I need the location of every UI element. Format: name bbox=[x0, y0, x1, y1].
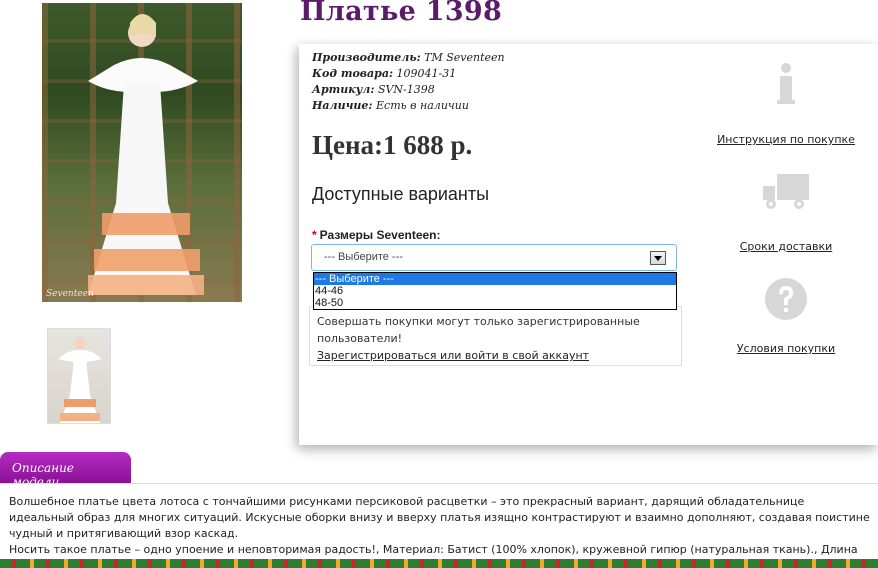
image-watermark: Seventeen bbox=[46, 289, 94, 299]
size-select[interactable]: --- Выберите --- bbox=[311, 244, 677, 271]
size-label: * Размеры Seventeen: bbox=[312, 228, 441, 242]
required-mark: * bbox=[312, 228, 317, 242]
sidebar-link-terms[interactable]: Условия покупки bbox=[716, 277, 856, 355]
sidebar-link-instructions[interactable]: Инструкция по покупке bbox=[716, 62, 856, 146]
size-option[interactable]: --- Выберите --- bbox=[314, 273, 676, 285]
spec-availability: Наличие: Есть в наличии bbox=[312, 99, 469, 112]
product-info-panel: Производитель: TM Seventeen Код товара: … bbox=[299, 44, 878, 445]
notice-text: Совершать покупки могут только зарегистр… bbox=[317, 315, 640, 345]
spec-article: Артикул: SVN-1398 bbox=[312, 83, 435, 96]
dress-figure bbox=[88, 14, 204, 295]
chevron-down-icon[interactable] bbox=[650, 251, 666, 265]
product-specs: Производитель: TM Seventeen Код товара: … bbox=[312, 50, 505, 114]
size-dropdown-list[interactable]: --- Выберите --- 44-46 48-50 bbox=[313, 272, 677, 310]
product-title: Платье 1398 bbox=[300, 0, 503, 27]
sidebar-link-label[interactable]: Условия покупки bbox=[737, 342, 835, 355]
size-option[interactable]: 44-46 bbox=[314, 285, 676, 297]
sidebar-link-label[interactable]: Инструкция по покупке bbox=[717, 133, 855, 146]
sidebar-link-label[interactable]: Сроки доставки bbox=[740, 240, 833, 253]
sidebar-link-delivery[interactable]: Сроки доставки bbox=[716, 172, 856, 253]
description-paragraph: Волшебное платье цвета лотоса с тончайши… bbox=[9, 495, 870, 540]
product-price: Цена:1 688 р. bbox=[312, 130, 473, 160]
product-main-image[interactable]: Seventeen bbox=[42, 3, 242, 302]
spec-manufacturer: Производитель: TM Seventeen bbox=[312, 51, 505, 64]
product-description: Волшебное платье цвета лотоса с тончайши… bbox=[9, 494, 871, 568]
register-login-link[interactable]: Зарегистрироваться или войти в свой акка… bbox=[317, 349, 589, 362]
tab-description[interactable]: Описание модели bbox=[0, 452, 131, 489]
size-select-value: --- Выберите --- bbox=[324, 251, 403, 263]
spec-product-code: Код товара: 109041-31 bbox=[312, 67, 457, 80]
question-icon bbox=[765, 278, 807, 320]
login-notice: Совершать покупки могут только зарегистр… bbox=[309, 306, 682, 366]
variants-heading: Доступные варианты bbox=[312, 184, 490, 204]
product-thumbnail[interactable] bbox=[47, 328, 111, 424]
size-option[interactable]: 48-50 bbox=[314, 297, 676, 309]
holiday-garland bbox=[0, 559, 878, 568]
truck-icon bbox=[763, 174, 809, 209]
info-icon bbox=[777, 63, 795, 104]
